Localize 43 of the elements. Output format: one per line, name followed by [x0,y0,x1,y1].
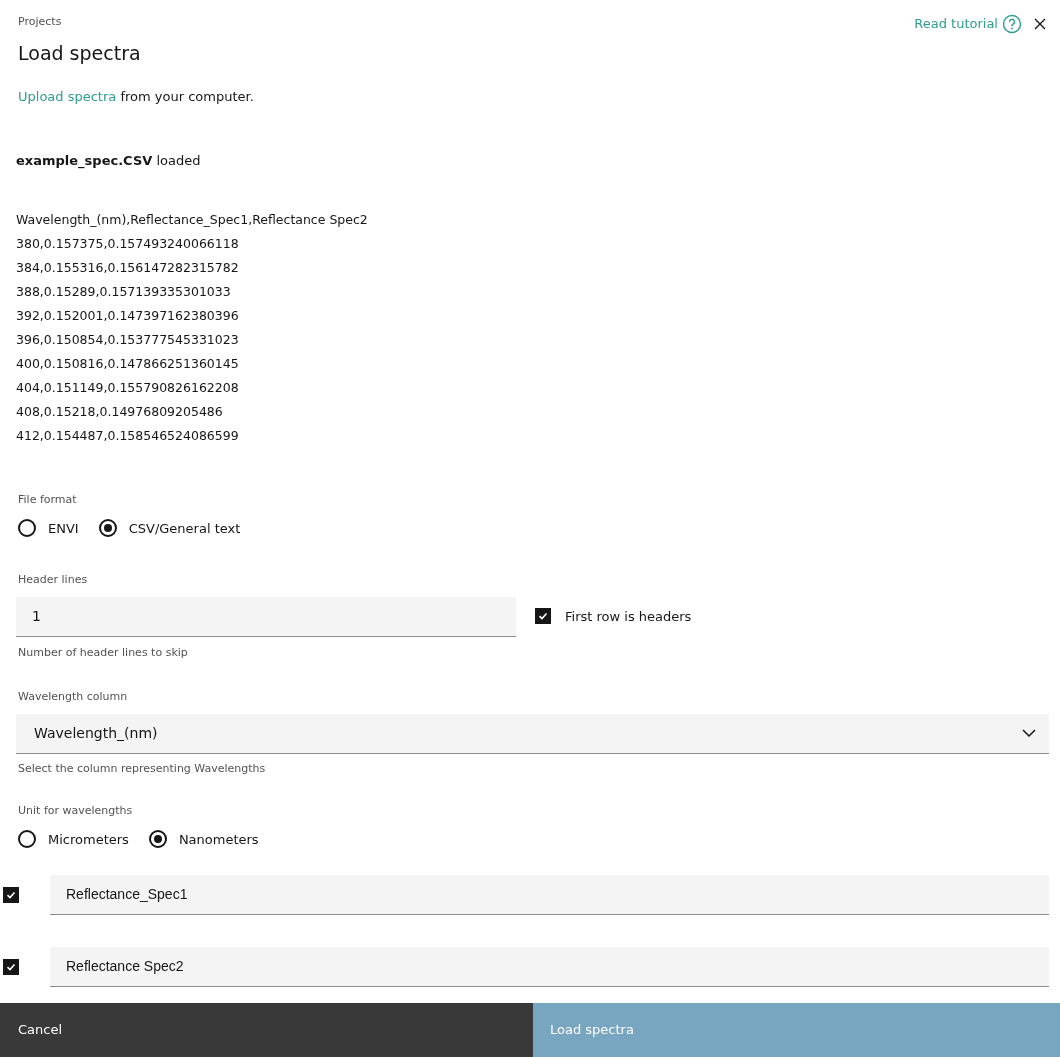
field-label: Unit for wavelengths [17,803,134,819]
help-icon[interactable] [1002,14,1022,34]
intro-text: Upload spectra from your computer. [18,88,255,106]
field-label: File format [18,492,78,508]
spectrum-name-input[interactable]: Reflectance_Spec1 [50,875,1049,915]
preview-line: 400,0.150816,0.147866251360145 [16,355,240,373]
cancel-button[interactable]: Cancel [0,1003,533,1057]
preview-line: 412,0.154487,0.158546524086599 [16,427,240,445]
dialog-title: Load spectra [18,40,141,66]
checkbox[interactable] [3,959,19,975]
close-icon[interactable] [1034,18,1046,30]
spectrum-name-input[interactable]: Reflectance Spec2 [50,947,1049,987]
breadcrumb[interactable]: Projects [18,14,141,31]
header-lines-input[interactable]: 1 [16,596,516,637]
radio-label: ENVI [48,519,79,538]
preview-line: Wavelength_(nm),Reflectance_Spec1,Reflectance Spec2 [16,211,369,229]
field-label: Wavelength column [17,689,129,705]
radio-button[interactable] [18,830,36,849]
preview-line: 408,0.15218,0.14976809205486 [16,403,224,421]
loaded-message: example_spec.CSV loaded [16,151,202,170]
helper-text: Select the column representing Wavelengths [17,760,267,777]
preview-line: 396,0.150854,0.153777545331023 [16,331,240,349]
checkbox[interactable] [535,608,551,625]
radio-label: CSV/General text [128,519,241,538]
checkmark-icon [538,611,548,622]
checkbox[interactable] [3,887,19,903]
checkmark-icon [6,890,16,900]
radio-button[interactable] [18,519,36,538]
preview-line: 384,0.155316,0.156147282315782 [16,259,240,277]
preview-line: 388,0.15289,0.157139335301033 [16,283,232,301]
radio-button[interactable] [148,830,167,849]
preview-line: 380,0.157375,0.157493240066118 [16,235,240,253]
preview-line: 404,0.151149,0.155790826162208 [16,379,240,397]
radio-label: Micrometers [48,830,129,849]
wavelength-select[interactable]: Wavelength_(nm) [16,713,1049,754]
field-label: Header lines [18,572,89,588]
radio-button[interactable] [98,519,117,538]
chevron-down-icon [1022,729,1036,737]
checkmark-icon [6,962,16,972]
preview-line: 392,0.152001,0.147397162380396 [16,307,240,325]
checkbox-label: First row is headers [565,607,692,626]
radio-label: Nanometers [178,830,259,849]
helper-text: Number of header lines to skip [17,644,189,661]
